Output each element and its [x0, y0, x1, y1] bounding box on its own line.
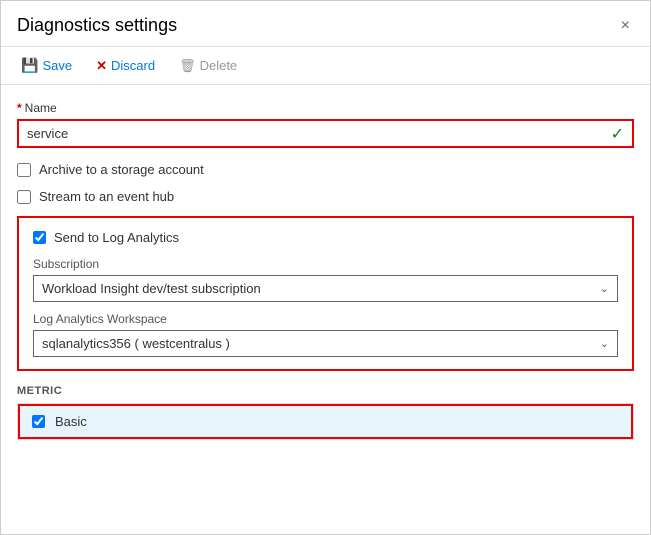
- name-input-wrapper: ✓: [17, 119, 634, 148]
- workspace-dropdown-arrow-icon: ⌄: [600, 337, 609, 350]
- log-analytics-checkbox[interactable]: [33, 231, 46, 244]
- save-label: Save: [42, 58, 72, 73]
- toolbar: 💾 Save ✕ Discard 🗑 Delete: [1, 47, 650, 85]
- discard-label: Discard: [111, 58, 155, 73]
- metric-section: METRIC Basic: [17, 385, 634, 440]
- save-button[interactable]: 💾 Save: [17, 55, 76, 76]
- subscription-dropdown[interactable]: Workload Insight dev/test subscription ⌄: [33, 275, 618, 302]
- name-input[interactable]: [19, 121, 603, 146]
- workspace-dropdown[interactable]: sqlanalytics356 ( westcentralus ) ⌄: [33, 330, 618, 357]
- metric-table: Basic: [17, 403, 634, 440]
- name-label: * Name: [17, 101, 634, 115]
- valid-checkmark-icon: ✓: [603, 124, 632, 144]
- stream-checkbox[interactable]: [17, 190, 31, 204]
- name-field-group: * Name ✓: [17, 101, 634, 148]
- discard-button[interactable]: ✕ Discard: [92, 56, 159, 76]
- discard-icon: ✕: [96, 58, 107, 74]
- stream-checkbox-row: Stream to an event hub: [17, 189, 634, 204]
- dialog-content: * Name ✓ Archive to a storage account St…: [1, 85, 650, 534]
- log-analytics-label[interactable]: Send to Log Analytics: [54, 230, 179, 245]
- subscription-dropdown-arrow-icon: ⌄: [600, 282, 609, 295]
- subscription-label: Subscription: [33, 257, 618, 271]
- workspace-label: Log Analytics Workspace: [33, 312, 618, 326]
- delete-label: Delete: [200, 58, 238, 73]
- metric-basic-row: Basic: [18, 404, 633, 439]
- metric-basic-label[interactable]: Basic: [55, 414, 87, 429]
- log-analytics-section: Send to Log Analytics Subscription Workl…: [17, 216, 634, 371]
- stream-label[interactable]: Stream to an event hub: [39, 189, 174, 204]
- subscription-value: Workload Insight dev/test subscription: [42, 281, 600, 296]
- archive-checkbox-row: Archive to a storage account: [17, 162, 634, 177]
- log-analytics-header: Send to Log Analytics: [33, 230, 618, 245]
- diagnostics-dialog: Diagnostics settings × 💾 Save ✕ Discard …: [0, 0, 651, 535]
- metric-basic-checkbox[interactable]: [32, 415, 45, 428]
- archive-label[interactable]: Archive to a storage account: [39, 162, 204, 177]
- save-icon: 💾: [21, 57, 38, 74]
- dialog-header: Diagnostics settings ×: [1, 1, 650, 47]
- delete-icon: 🗑: [179, 58, 196, 74]
- metric-section-label: METRIC: [17, 385, 634, 397]
- dialog-title: Diagnostics settings: [17, 15, 177, 36]
- required-indicator: *: [17, 101, 22, 115]
- archive-checkbox[interactable]: [17, 163, 31, 177]
- delete-button[interactable]: 🗑 Delete: [175, 56, 241, 76]
- close-button[interactable]: ×: [617, 16, 634, 36]
- workspace-value: sqlanalytics356 ( westcentralus ): [42, 336, 600, 351]
